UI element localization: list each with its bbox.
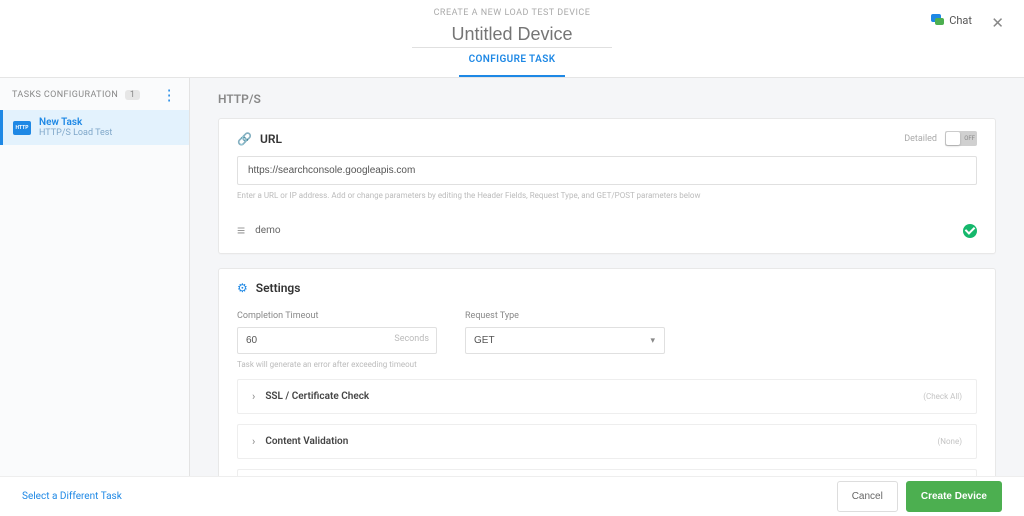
select-different-task-link[interactable]: Select a Different Task [22, 491, 829, 502]
main-panel: HTTP/S 🔗 URL Detailed OFF Enter a URL or… [190, 78, 1024, 476]
drag-handle-icon[interactable]: ≡ [237, 222, 245, 239]
tab-row: CONFIGURE TASK [0, 46, 1024, 77]
device-name-input[interactable] [412, 22, 612, 48]
footer: Select a Different Task Cancel Create De… [0, 476, 1024, 516]
field-row: Completion Timeout Seconds Task will gen… [237, 311, 977, 369]
accordion-label: SSL / Certificate Check [265, 391, 923, 402]
cancel-button[interactable]: Cancel [837, 481, 898, 512]
accordion-basic-auth[interactable]: › Basic Authentication (Username) [237, 469, 977, 476]
header-subtitle: CREATE A NEW LOAD TEST DEVICE [0, 8, 1024, 18]
tab-configure-task[interactable]: CONFIGURE TASK [459, 46, 566, 77]
task-text: New Task HTTP/S Load Test [39, 117, 112, 138]
chat-button[interactable]: Chat [931, 14, 972, 27]
task-count-badge: 1 [125, 90, 140, 100]
status-ok-icon [963, 224, 977, 238]
timeout-unit: Seconds [394, 334, 429, 344]
script-row: ≡ demo [237, 222, 977, 239]
request-type-field: Request Type GET ▾ [465, 311, 665, 369]
task-title: New Task [39, 117, 112, 128]
sidebar-heading: TASKS CONFIGURATION [12, 90, 118, 100]
url-help-text: Enter a URL or IP address. Add or change… [237, 191, 977, 200]
gear-icon: ⚙ [237, 281, 248, 295]
sidebar-task-item[interactable]: HTTP New Task HTTP/S Load Test [0, 110, 189, 145]
sidebar: TASKS CONFIGURATION 1 ⋮ HTTP New Task HT… [0, 78, 190, 476]
detailed-label: Detailed [904, 134, 937, 144]
chevron-right-icon: › [252, 390, 255, 403]
completion-timeout-field: Completion Timeout Seconds Task will gen… [237, 311, 437, 369]
request-type-select[interactable]: GET [465, 327, 665, 354]
settings-card-body: Completion Timeout Seconds Task will gen… [219, 305, 995, 476]
request-type-label: Request Type [465, 311, 665, 321]
create-device-button[interactable]: Create Device [906, 481, 1002, 512]
toggle-state: OFF [964, 135, 975, 142]
chevron-right-icon: › [252, 435, 255, 448]
completion-timeout-label: Completion Timeout [237, 311, 437, 321]
url-card-header: 🔗 URL Detailed OFF [219, 119, 995, 156]
url-card-title: URL [260, 132, 904, 146]
http-icon: HTTP [13, 121, 31, 135]
timeout-help: Task will generate an error after exceed… [237, 360, 437, 369]
accordion-label: Content Validation [265, 436, 937, 447]
url-card-body: Enter a URL or IP address. Add or change… [219, 156, 995, 253]
accordion-ssl[interactable]: › SSL / Certificate Check (Check All) [237, 379, 977, 414]
accordion-hint: (Check All) [923, 392, 962, 401]
header: CREATE A NEW LOAD TEST DEVICE CONFIGURE … [0, 0, 1024, 78]
script-label: demo [255, 225, 953, 236]
settings-card-title: Settings [256, 281, 977, 295]
accordion-content-validation[interactable]: › Content Validation (None) [237, 424, 977, 459]
detailed-toggle[interactable]: OFF [945, 131, 977, 146]
settings-card: ⚙ Settings Completion Timeout Seconds Ta… [218, 268, 996, 476]
chat-icon [931, 14, 944, 27]
link-icon: 🔗 [237, 132, 252, 146]
chat-label: Chat [949, 14, 972, 27]
body: TASKS CONFIGURATION 1 ⋮ HTTP New Task HT… [0, 78, 1024, 476]
url-card: 🔗 URL Detailed OFF Enter a URL or IP add… [218, 118, 996, 254]
close-button[interactable]: ✕ [991, 14, 1004, 32]
section-title: HTTP/S [218, 92, 996, 106]
url-input[interactable] [237, 156, 977, 185]
settings-card-header: ⚙ Settings [219, 269, 995, 305]
accordion-hint: (None) [938, 437, 962, 446]
sidebar-header: TASKS CONFIGURATION 1 ⋮ [0, 78, 189, 110]
task-subtitle: HTTP/S Load Test [39, 128, 112, 138]
